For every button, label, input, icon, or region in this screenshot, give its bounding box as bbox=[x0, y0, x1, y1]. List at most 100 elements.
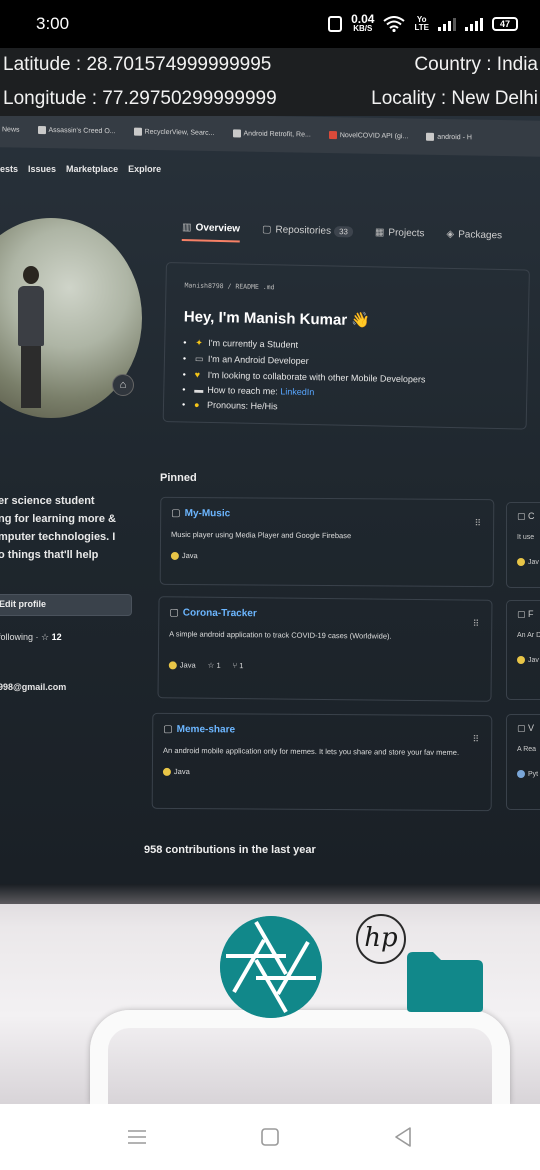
bookmark-icon bbox=[133, 127, 142, 136]
profile-email: 998@gmail.com bbox=[0, 682, 67, 692]
java-dot-icon bbox=[517, 558, 525, 566]
avatar-person bbox=[18, 266, 44, 416]
repo-forks: ⑂ 1 bbox=[233, 661, 244, 670]
repo-icon: ▢ bbox=[261, 224, 272, 236]
latitude-text: Latitude : 28.701574999999995 bbox=[3, 54, 272, 75]
bookmark-label: NovelCOVID API (gi... bbox=[339, 132, 409, 141]
java-dot-icon bbox=[517, 656, 525, 664]
repo-icon: ▢ bbox=[171, 507, 181, 519]
bookmark: Assassin's Creed O... bbox=[37, 125, 116, 135]
repo-language-text: Jav bbox=[528, 558, 539, 566]
tab-label: Repositories bbox=[275, 224, 332, 237]
back-triangle-icon bbox=[395, 1127, 412, 1147]
locality-text: Locality : New Delhi bbox=[371, 88, 538, 109]
repo-language-text: Pyt bbox=[528, 770, 539, 778]
contributions-heading: 958 contributions in the last year bbox=[144, 844, 316, 856]
monitor-stand bbox=[90, 1010, 510, 1104]
bio-line: ng for learning more & bbox=[0, 513, 116, 525]
bookmark: Android Retrofit, Re... bbox=[232, 129, 311, 139]
home-button[interactable] bbox=[250, 1117, 290, 1157]
repo-language: Jav bbox=[517, 656, 540, 664]
repo-name-text: My-Music bbox=[184, 508, 231, 520]
drag-handle-icon: ⠿ bbox=[472, 734, 480, 745]
pinned-repo-card-partial: ▢ C It use Jav bbox=[506, 502, 540, 588]
status-icons: 0.04 KB/S Yo LTE 47 bbox=[328, 12, 518, 34]
monitor-screen: News Assassin's Creed O... RecyclerView,… bbox=[0, 116, 540, 884]
bookmark: RecyclerView, Searc... bbox=[133, 127, 215, 137]
java-dot-icon bbox=[162, 767, 171, 776]
project-icon: ▦ bbox=[374, 227, 385, 239]
repo-name-text: V bbox=[528, 723, 535, 733]
repo-icon: ▢ bbox=[169, 607, 179, 619]
country-text: Country : India bbox=[414, 54, 538, 75]
status-time: 3:00 bbox=[36, 14, 70, 33]
signal-icon-2 bbox=[465, 17, 483, 31]
nav-marketplace: Marketplace bbox=[66, 164, 119, 174]
forks-count: 1 bbox=[239, 661, 244, 671]
repo-name: ▢ F bbox=[517, 609, 534, 619]
pinned-repo-card: ▢ Meme-share An android mobile applicatio… bbox=[151, 712, 493, 812]
gallery-folder-button[interactable] bbox=[405, 950, 485, 1014]
bezel-edge bbox=[0, 884, 540, 904]
repo-meta: Java bbox=[162, 766, 481, 778]
stars-count: 1 bbox=[216, 660, 221, 670]
vibrate-icon bbox=[328, 16, 343, 32]
pinned-repo-card-partial: ▢ F An Ar Datab Jav bbox=[506, 600, 540, 700]
volte-indicator: Yo LTE bbox=[414, 16, 429, 32]
student-icon: ✦ bbox=[195, 337, 203, 348]
tab-overview: ▥ Overview bbox=[181, 222, 241, 243]
pinned-heading: Pinned bbox=[160, 472, 197, 484]
follow-stats: following · ☆ 12 bbox=[0, 632, 62, 643]
folder-icon bbox=[407, 952, 483, 1012]
repo-language: Java bbox=[168, 660, 196, 670]
shutter-icon bbox=[220, 916, 322, 1018]
repo-name: ▢ My-Music bbox=[171, 508, 483, 521]
list-item-text: I'm currently a Student bbox=[208, 337, 299, 350]
battery-icon: 47 bbox=[492, 17, 518, 31]
repo-name-text: Meme-share bbox=[176, 723, 236, 736]
repo-description: An android mobile application only for m… bbox=[163, 745, 460, 757]
bookmark-label: Android Retrofit, Re... bbox=[243, 130, 311, 139]
tab-label: Packages bbox=[458, 229, 503, 242]
readme-path: Manish8798 / README .md bbox=[184, 281, 275, 292]
list-item: ● Pronouns: He/His bbox=[182, 399, 508, 416]
status-bar: 3:00 0.04 KB/S Yo LTE 47 bbox=[0, 0, 540, 48]
repo-description: A Rea bbox=[517, 746, 537, 753]
profile-tabs: ▥ Overview ▢ Repositories 33 ▦ Projects ◈ Pac… bbox=[181, 222, 503, 249]
bookmark-label: News bbox=[2, 125, 20, 134]
system-nav-bar bbox=[0, 1104, 540, 1170]
repo-language: Jav bbox=[517, 558, 540, 566]
repo-meta: Java ☆ 1 ⑂ 1 bbox=[168, 660, 481, 672]
location-row-1: Latitude : 28.701574999999995 Country : … bbox=[0, 48, 540, 82]
nav-pulls: ests bbox=[0, 164, 19, 174]
repo-language-text: Java bbox=[173, 766, 190, 777]
nav-issues: Issues bbox=[28, 164, 57, 174]
heart-icon: ♥ bbox=[194, 369, 201, 380]
shutter-button[interactable] bbox=[220, 916, 322, 1018]
readme-card: Manish8798 / README .md Hey, I'm Manish … bbox=[162, 262, 530, 430]
readme-list: ✦ I'm currently a Student ▭I'm an Android… bbox=[182, 337, 509, 416]
edit-profile-button: Edit profile bbox=[0, 594, 132, 616]
browser-bookmarks-bar: News Assassin's Creed O... RecyclerView,… bbox=[0, 116, 540, 157]
bookmark-icon bbox=[328, 131, 337, 140]
repo-description: An Ar Datab bbox=[517, 632, 540, 639]
repo-language: Pyt bbox=[517, 770, 540, 778]
repo-stars: ☆ 1 bbox=[208, 661, 221, 670]
repo-icon: ▢ bbox=[163, 723, 173, 735]
repo-name-text: Corona-Tracker bbox=[182, 607, 257, 620]
network-speed-unit: KB/S bbox=[353, 24, 373, 33]
list-item-text: I'm looking to collaborate with other Mo… bbox=[207, 369, 426, 385]
back-button[interactable] bbox=[383, 1117, 423, 1157]
smile-icon: ● bbox=[193, 399, 200, 410]
repo-name: ▢ C bbox=[517, 511, 535, 521]
follow-text: following · ☆ bbox=[0, 632, 50, 642]
recents-button[interactable] bbox=[117, 1117, 157, 1157]
bio-line: mputer technologies. I bbox=[0, 531, 116, 543]
menu-icon bbox=[127, 1130, 146, 1144]
pinned-repo-card-partial: ▢ V A Rea Pyt bbox=[506, 714, 540, 810]
home-icon: ⌂ bbox=[112, 374, 134, 396]
repo-name: ▢ V bbox=[517, 723, 535, 733]
network-speed-value: 0.04 bbox=[351, 12, 375, 26]
list-item: ✦ I'm currently a Student bbox=[183, 337, 509, 355]
bookmark: News bbox=[2, 126, 20, 133]
